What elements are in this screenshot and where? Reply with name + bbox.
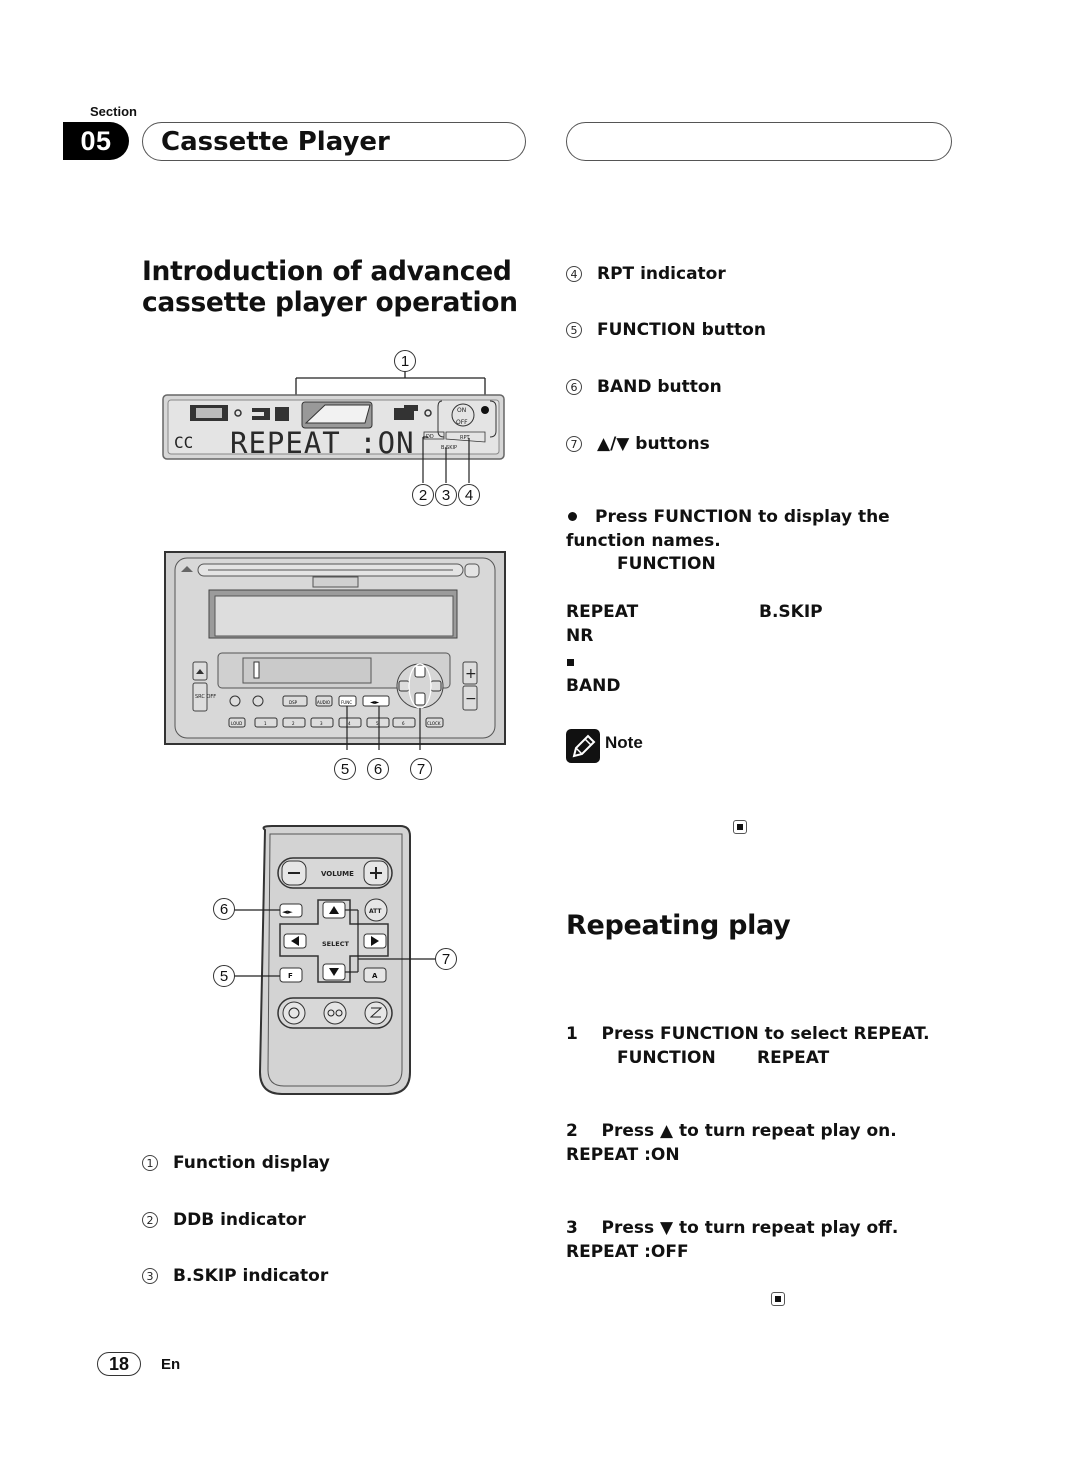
remote-volume-label: VOLUME [321,870,354,878]
language-label: En [161,1356,181,1373]
legend-text: FUNCTION button [597,320,766,340]
bullet-icon [568,511,577,521]
nr-word: NR [566,626,594,646]
intro-heading: Introduction of advanced cassette player… [142,256,518,318]
legend-item-1: 1 Function display [142,1153,330,1173]
legend-number: 5 [566,322,582,338]
legend-number: 3 [142,1268,158,1284]
legend-item-5: 5 FUNCTION button [566,320,766,340]
bullet-line1: Press FUNCTION to display the [595,507,890,527]
bullet-instruction: Press FUNCTION to display the [566,505,890,529]
chapter-title: Cassette Player [161,126,390,157]
legend-item-4: 4 RPT indicator [566,264,726,284]
bullet-line2: function names. [566,531,721,551]
loud-button-label: LOUD [231,721,242,726]
volume-plus-label: + [465,666,477,682]
callout-7: 7 [410,758,432,780]
legend-text: RPT indicator [597,264,726,284]
callout-1: 1 [394,350,416,372]
small-square-icon [567,659,574,666]
step-3-result: REPEAT :OFF [566,1242,689,1262]
step-2: 2 Press ▲ to turn repeat play on. [566,1121,897,1141]
legend-item-7: 7 ▲/▼ buttons [566,434,710,454]
section-label: Section [90,104,137,119]
step-1: 1 Press FUNCTION to select REPEAT. [566,1024,930,1044]
note-pencil-icon [566,729,600,763]
note-label: Note [605,733,643,752]
remote-callout-7: 7 [435,948,457,970]
chapter-title-box: Cassette Player [142,122,526,161]
legend-number: 7 [566,436,582,452]
empty-title-box [566,122,952,161]
remote-a-label: A [372,972,378,980]
callout-5: 5 [334,758,356,780]
remote-att-label: ATT [369,908,382,915]
legend-number: 6 [566,379,582,395]
bskip-word: B.SKIP [759,602,823,622]
step-1-repeat: REPEAT [757,1048,830,1068]
lcd-on-label: ON [457,407,466,414]
end-mark-icon [771,1292,785,1306]
callout-6: 6 [367,758,389,780]
remote-callout-6: 6 [213,898,235,920]
legend-text: BAND button [597,377,722,397]
function-display-illustration: ON OFF CC REPEAT :ON DD RPT B.SKIP [162,370,505,483]
remote-callout-5: 5 [213,965,235,987]
remote-band-label: ◄► [282,908,293,916]
repeat-word: REPEAT [566,602,639,622]
lcd-off-label: OFF [456,419,468,426]
lcd-left-text: CC [174,433,193,452]
step-3: 3 Press ▼ to turn repeat play off. [566,1218,899,1238]
callout-2: 2 [412,484,434,506]
legend-item-6: 6 BAND button [566,377,722,397]
intro-heading-line1: Introduction of advanced [142,256,512,287]
section-number-badge: 05 [63,122,129,160]
callout-4: 4 [458,484,480,506]
page-number: 18 [97,1352,141,1376]
band-button-label: ◄► [370,699,380,706]
audio-button-label: AUDIO [317,700,330,705]
legend-number: 2 [142,1212,158,1228]
band-word: BAND [566,676,621,696]
legend-text: ▲/▼ buttons [597,434,710,454]
callout-3: 3 [435,484,457,506]
volume-minus-label: − [465,691,477,707]
remote-select-label: SELECT [322,940,349,948]
lcd-main-text: REPEAT :ON [230,426,415,460]
remote-illustration: VOLUME SELECT ◄► ATT F A [234,825,436,1095]
head-unit-illustration: SRC OFF + − DSP AUDIO FUNC ◄► LOUD 1 2 3… [164,551,506,750]
clock-button-label: CLOCK [427,721,441,726]
remote-f-label: F [288,972,293,980]
func-button-label: FUNC [341,700,352,705]
src-button-label: SRC OFF [195,694,216,700]
repeating-play-heading: Repeating play [566,910,791,941]
function-word: FUNCTION [617,554,716,574]
dsp-button-label: DSP [289,700,298,705]
legend-text: B.SKIP indicator [173,1266,329,1286]
legend-text: Function display [173,1153,330,1173]
lcd-bskip-label: B.SKIP [441,445,457,451]
intro-heading-line2: cassette player operation [142,287,518,318]
legend-number: 4 [566,266,582,282]
end-mark-icon [733,820,747,834]
legend-number: 1 [142,1155,158,1171]
legend-item-3: 3 B.SKIP indicator [142,1266,328,1286]
step-2-result: REPEAT :ON [566,1145,680,1165]
legend-text: DDB indicator [173,1210,306,1230]
legend-item-2: 2 DDB indicator [142,1210,306,1230]
step-1-function: FUNCTION [617,1048,716,1068]
